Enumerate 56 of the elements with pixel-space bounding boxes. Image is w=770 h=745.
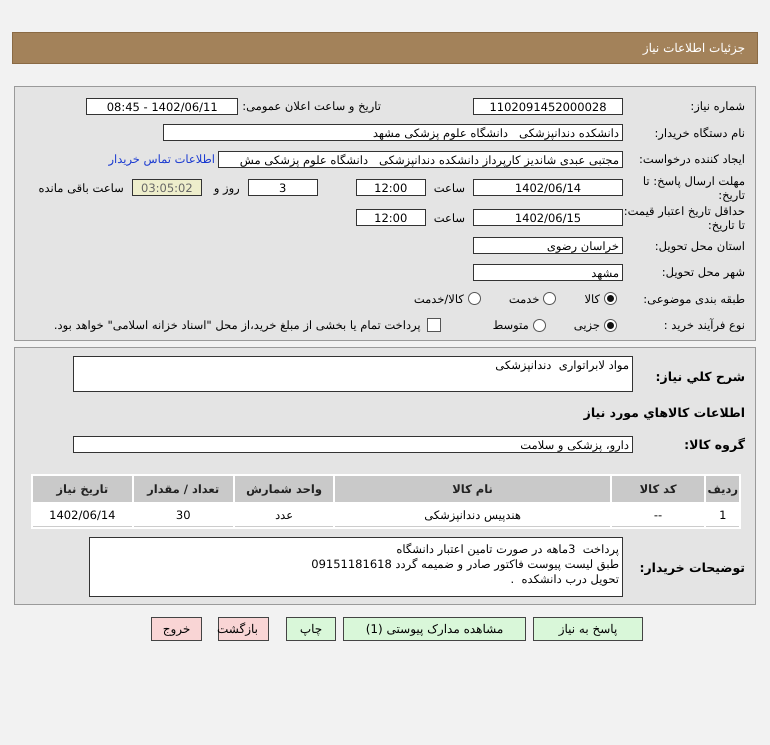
- text-field[interactable]: مجتبی عبدی شاندیز کارپرداز دانشکده دندانپزشکی دانشگاه علوم پزشکی مش: [218, 150, 623, 168]
- column-header: ردیف: [706, 476, 739, 502]
- field-label: ایجاد کننده درخواست:: [638, 152, 745, 166]
- field-label: مهلت ارسال پاسخ: تا تاریخ:: [642, 174, 745, 202]
- action-button[interactable]: خروج: [151, 617, 202, 641]
- text-field[interactable]: 12:00: [356, 179, 426, 196]
- action-button[interactable]: چاپ: [286, 617, 336, 641]
- action-button[interactable]: پاسخ به نیاز: [533, 617, 643, 641]
- text-field[interactable]: دارو، پزشکی و سلامت: [73, 436, 633, 452]
- field-label: شماره نیاز:: [689, 99, 745, 114]
- field-label: شهر محل تحویل:: [660, 265, 745, 280]
- field-label: کالا: [584, 292, 600, 306]
- radio-button[interactable]: [468, 292, 481, 306]
- column-header: کد کالا: [612, 476, 704, 502]
- field-label: ساعت باقی مانده: [38, 180, 124, 194]
- field-label: حداقل تاریخ اعتبار قیمت: تا تاریخ:: [623, 204, 745, 232]
- text-field[interactable]: 3: [248, 179, 318, 196]
- text-field[interactable]: 03:05:02: [132, 179, 202, 196]
- field-label: نام دستگاه خریدار:: [653, 126, 745, 140]
- field-label: پرداخت تمام یا بخشی از مبلغ خرید،از محل "اسناد خزانه اسلامی" خواهد بود.: [54, 318, 421, 332]
- column-header: تعداد / مقدار: [134, 476, 233, 502]
- field-label: نوع فرآیند خرید :: [662, 318, 745, 332]
- text-field[interactable]: 12:00: [356, 209, 426, 226]
- text-field[interactable]: خراسان رضوی: [473, 237, 623, 254]
- radio-button[interactable]: [532, 318, 546, 332]
- column-header: تاریخ نیاز: [33, 476, 132, 502]
- field-label: کالا/خدمت: [414, 292, 464, 306]
- text-field[interactable]: دانشکده دندانپزشکی دانشگاه علوم پزشکی مشهد: [163, 124, 623, 142]
- field-label: تاریخ و ساعت اعلان عمومی:: [242, 99, 381, 114]
- field-label: استان محل تحویل:: [654, 238, 745, 253]
- column-header: نام کالا: [335, 476, 610, 502]
- page-title: جزئیات اطلاعات نیاز: [642, 41, 745, 55]
- action-button[interactable]: مشاهده مدارک پیوستی (1): [343, 617, 526, 641]
- text-field[interactable]: 1402/06/11 - 08:45: [86, 98, 238, 115]
- radio-button[interactable]: [604, 318, 617, 332]
- text-field[interactable]: 1402/06/15: [473, 209, 623, 226]
- field-label: اطلاعات کالاهاي مورد نياز: [584, 404, 745, 420]
- field-label: خدمت: [508, 292, 540, 306]
- notes-box: پرداخت 3ماهه در صورت تامین اعتبار دانشگاه طبق لیست پیوست فاکتور صادر و ضمیمه گردد 09151181618 تحویل درب دانشکده .: [89, 537, 623, 597]
- field-label: ساعت: [434, 210, 465, 224]
- text-field[interactable]: 1102091452000028: [473, 98, 623, 115]
- contact-link[interactable]: اطلاعات تماس خریدار: [108, 152, 215, 166]
- text-field[interactable]: مواد لابراتواری دندانپزشکی: [73, 356, 633, 392]
- field-label: متوسط: [492, 318, 529, 332]
- field-label: شرح کلي نياز:: [654, 368, 745, 384]
- field-label: طبقه بندی موضوعی:: [642, 292, 745, 306]
- radio-button[interactable]: [543, 292, 556, 306]
- checkbox[interactable]: [426, 318, 441, 332]
- field-label: جزیی: [574, 318, 600, 332]
- column-header: واحد شمارش: [234, 476, 334, 502]
- field-label: روز و: [214, 180, 240, 194]
- field-label: ساعت: [434, 180, 465, 194]
- text-field[interactable]: مشهد: [473, 264, 623, 281]
- text-field[interactable]: 1402/06/14: [473, 179, 623, 196]
- field-label: توضیحات خریدار:: [638, 560, 745, 574]
- radio-button[interactable]: [604, 292, 617, 306]
